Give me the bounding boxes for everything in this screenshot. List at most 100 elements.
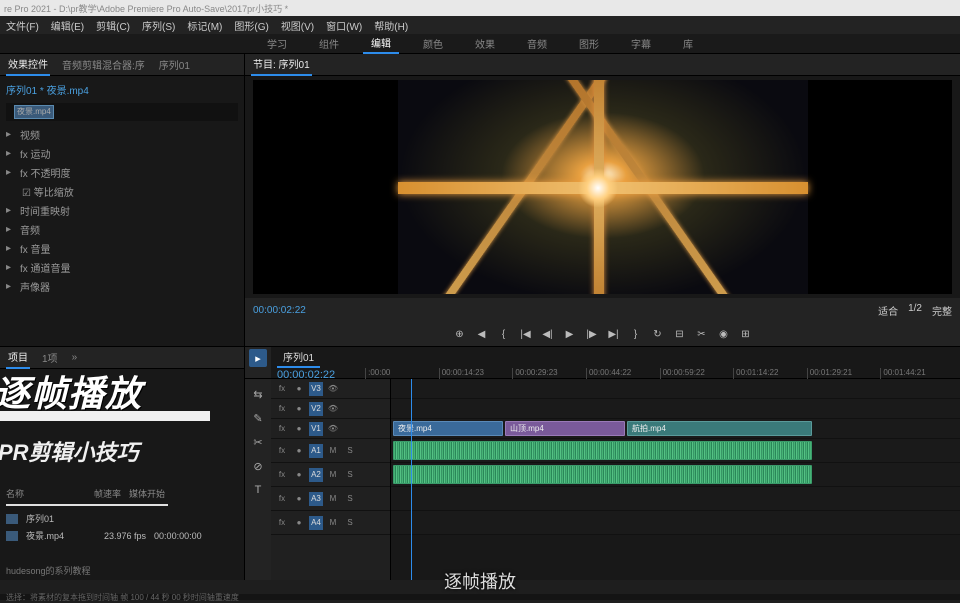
playhead[interactable] <box>411 379 412 580</box>
track-header-v2[interactable]: fx●V2👁 <box>271 399 390 419</box>
lane-v2[interactable] <box>391 399 960 419</box>
extract-button[interactable]: ✂ <box>694 326 710 342</box>
tab-overflow[interactable]: » <box>70 349 80 366</box>
export-frame-button[interactable]: ◉ <box>716 326 732 342</box>
tab-effect-controls[interactable]: 效果控件 <box>6 53 50 76</box>
tab-audio-mixer[interactable]: 音频剪辑混合器:序 <box>60 54 147 75</box>
project-item-clip[interactable]: 夜景.mp4 23.976 fps 00:00:00:00 <box>6 527 238 544</box>
fx-uniform-scale[interactable]: ☑ 等比缩放 <box>6 182 238 201</box>
video-subtitle: 逐帧播放 <box>444 568 516 594</box>
program-monitor-panel: 节目: 序列01 00:00:02:22 适合 1/2 完整 ⊕ ◀ { |◀ … <box>245 54 960 346</box>
fx-time-remap[interactable]: ▸时间重映射 <box>6 201 238 220</box>
clip-v1-b[interactable]: 山顶.mp4 <box>505 421 625 436</box>
project-item-sequence[interactable]: 序列01 <box>6 510 238 527</box>
effect-panel-tabs: 效果控件 音频剪辑混合器:序 序列01 <box>0 54 244 76</box>
workspace-captions[interactable]: 字幕 <box>623 34 659 53</box>
workspace-audio[interactable]: 音频 <box>519 34 555 53</box>
track-header-a2[interactable]: fx●A2MS <box>271 463 390 487</box>
ripple-tool[interactable]: ✎ <box>249 409 267 427</box>
track-header-v3[interactable]: fx●V3👁 <box>271 379 390 399</box>
overlay-title: 逐帧播放 <box>0 365 142 417</box>
menu-view[interactable]: 视图(V) <box>281 18 314 33</box>
menu-bar: 文件(F) 编辑(E) 剪辑(C) 序列(S) 标记(M) 图形(G) 视图(V… <box>0 16 960 34</box>
fx-motion[interactable]: ▸fx 运动 <box>6 144 238 163</box>
program-quality[interactable]: 完整 <box>932 303 952 318</box>
workspace-effects[interactable]: 效果 <box>467 34 503 53</box>
track-header-v1[interactable]: fx●V1👁 <box>271 419 390 439</box>
lane-a1[interactable] <box>391 439 960 463</box>
selection-tool[interactable]: ▸ <box>249 349 267 367</box>
step-forward-button[interactable]: ▶| <box>606 326 622 342</box>
track-header-a1[interactable]: fx●A1MS <box>271 439 390 463</box>
monitor-image <box>398 80 808 294</box>
fx-group-audio: ▸音频 <box>6 220 238 239</box>
clip-v1-a[interactable]: 夜景.mp4 <box>393 421 503 436</box>
menu-file[interactable]: 文件(F) <box>6 18 39 33</box>
fx-panner[interactable]: ▸声像器 <box>6 277 238 296</box>
track-headers: fx●V3👁 fx●V2👁 fx●V1👁 fx●A1MS fx●A2MS fx●… <box>271 379 391 580</box>
effect-mini-timeline[interactable]: 夜景.mp4 <box>6 103 238 121</box>
lift-button[interactable]: ⊟ <box>672 326 688 342</box>
menu-markers[interactable]: 标记(M) <box>187 18 222 33</box>
frame-back-button[interactable]: ◀| <box>540 326 556 342</box>
menu-sequence[interactable]: 序列(S) <box>142 18 175 33</box>
track-select-tool[interactable]: ⇆ <box>249 385 267 403</box>
clip-v1-c[interactable]: 航拍.mp4 <box>627 421 812 436</box>
tracks-area[interactable]: 夜景.mp4 山顶.mp4 航拍.mp4 <box>391 379 960 580</box>
fx-channel-volume[interactable]: ▸fx 通道音量 <box>6 258 238 277</box>
lane-a3[interactable] <box>391 487 960 511</box>
fx-volume[interactable]: ▸fx 音量 <box>6 239 238 258</box>
project-panel: 项目 1项 » 逐帧播放 PR剪辑小技巧 名称 帧速率 媒体开始 序列01 夜景… <box>0 347 245 580</box>
project-footer: hudesong的系列教程 <box>6 564 238 577</box>
play-button[interactable]: ▶ <box>562 326 578 342</box>
window-title-bar: re Pro 2021 - D:\pr教学\Adobe Premiere Pro… <box>0 0 960 16</box>
timeline-sequence-tab[interactable]: 序列01 <box>277 347 320 368</box>
type-tool[interactable]: T <box>249 481 267 499</box>
clip-a2[interactable] <box>393 465 812 484</box>
program-info-bar: 00:00:02:22 适合 1/2 完整 <box>245 298 960 322</box>
razor-tool[interactable]: ✂ <box>249 433 267 451</box>
track-header-a4[interactable]: fx●A4MS <box>271 511 390 535</box>
lane-a4[interactable] <box>391 511 960 535</box>
add-marker-button[interactable]: ⊕ <box>452 326 468 342</box>
timeline-panel: ▸ 序列01 00:00:02:22 :00:00 00:00:14:23 00… <box>245 347 960 580</box>
workspace-bar: 学习 组件 编辑 颜色 效果 音频 图形 字幕 库 <box>0 34 960 54</box>
menu-graphics[interactable]: 图形(G) <box>234 18 268 33</box>
workspace-assembly[interactable]: 组件 <box>311 34 347 53</box>
workspace-color[interactable]: 颜色 <box>415 34 451 53</box>
fx-opacity[interactable]: ▸fx 不透明度 <box>6 163 238 182</box>
loop-button[interactable]: ↻ <box>650 326 666 342</box>
transport-bar: ⊕ ◀ { |◀ ◀| ▶ |▶ ▶| } ↻ ⊟ ✂ ◉ ⊞ <box>245 322 960 346</box>
frame-forward-button[interactable]: |▶ <box>584 326 600 342</box>
lane-a2[interactable] <box>391 463 960 487</box>
program-monitor[interactable] <box>253 80 952 294</box>
program-zoom[interactable]: 1/2 <box>908 303 922 318</box>
settings-button[interactable]: ⊞ <box>738 326 754 342</box>
video-icon <box>6 531 18 541</box>
menu-window[interactable]: 窗口(W) <box>326 18 362 33</box>
lower-area: 项目 1项 » 逐帧播放 PR剪辑小技巧 名称 帧速率 媒体开始 序列01 夜景… <box>0 346 960 580</box>
workspace-libraries[interactable]: 库 <box>675 34 701 53</box>
main-area: 效果控件 音频剪辑混合器:序 序列01 序列01 * 夜景.mp4 夜景.mp4… <box>0 54 960 346</box>
track-header-a3[interactable]: fx●A3MS <box>271 487 390 511</box>
step-back-button[interactable]: |◀ <box>518 326 534 342</box>
menu-help[interactable]: 帮助(H) <box>374 18 408 33</box>
lane-v3[interactable] <box>391 379 960 399</box>
clip-a1[interactable] <box>393 441 812 460</box>
go-in-button[interactable]: { <box>496 326 512 342</box>
effect-controls-body: 序列01 * 夜景.mp4 夜景.mp4 ▸视频 ▸fx 运动 ▸fx 不透明度… <box>0 76 244 346</box>
go-out-button[interactable]: } <box>628 326 644 342</box>
workspace-graphics[interactable]: 图形 <box>571 34 607 53</box>
menu-edit[interactable]: 编辑(E) <box>51 18 84 33</box>
tab-program[interactable]: 节目: 序列01 <box>251 53 312 76</box>
tab-metadata[interactable]: 序列01 <box>157 54 192 75</box>
mark-in-button[interactable]: ◀ <box>474 326 490 342</box>
program-fit[interactable]: 适合 <box>878 303 898 318</box>
slip-tool[interactable]: ⊘ <box>249 457 267 475</box>
overlay-divider <box>0 411 210 421</box>
workspace-learn[interactable]: 学习 <box>259 34 295 53</box>
lane-v1[interactable]: 夜景.mp4 山顶.mp4 航拍.mp4 <box>391 419 960 439</box>
workspace-editing[interactable]: 编辑 <box>363 33 399 54</box>
menu-clip[interactable]: 剪辑(C) <box>96 18 130 33</box>
program-timecode-current[interactable]: 00:00:02:22 <box>253 305 306 316</box>
